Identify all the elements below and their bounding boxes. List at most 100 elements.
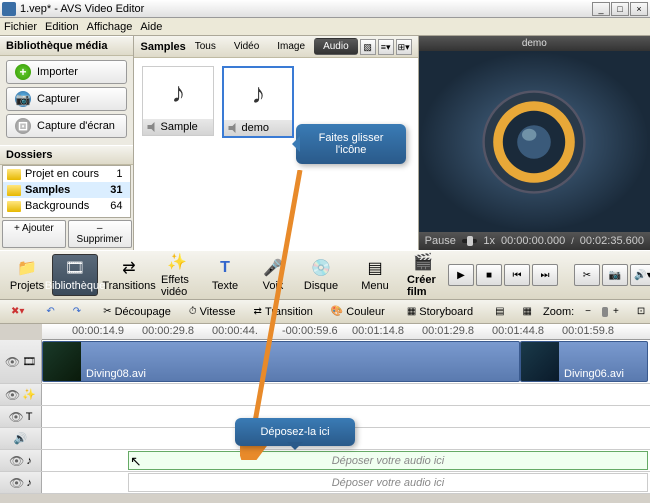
snapshot-button[interactable]: 📷 bbox=[602, 264, 628, 286]
capture-button[interactable]: 📷 Capturer bbox=[6, 87, 127, 111]
voice-button[interactable]: 🎤Voix bbox=[250, 254, 296, 296]
menu-icon: ▤ bbox=[363, 258, 387, 278]
cursor-icon: ↖ bbox=[130, 453, 142, 470]
zoom-in-button[interactable]: + bbox=[606, 303, 626, 320]
add-folder-button[interactable]: + Ajouter bbox=[2, 220, 66, 248]
sample-item[interactable]: ♪ demo bbox=[222, 66, 294, 138]
color-button[interactable]: 🎨Couleur bbox=[324, 303, 392, 321]
filter-video[interactable]: Vidéo bbox=[225, 38, 268, 55]
projects-button[interactable]: 📁Projets bbox=[4, 254, 50, 296]
camera-icon: 📷 bbox=[15, 91, 31, 107]
main-toolbar: 📁Projets 🎞Bibliothèque ⇄Transitions ✨Eff… bbox=[0, 250, 650, 300]
redo-button[interactable]: ↷ bbox=[66, 303, 88, 320]
create-movie-button[interactable]: 🎬Créer film bbox=[400, 248, 446, 302]
eye-icon[interactable]: 👁 bbox=[9, 454, 24, 468]
text-button[interactable]: TTexte bbox=[202, 254, 248, 296]
media-library-panel: Bibliothèque média + Importer 📷 Capturer… bbox=[0, 36, 133, 250]
audio-track-2[interactable]: 👁♪ Déposer votre audio ici bbox=[0, 472, 650, 494]
text-icon: T bbox=[26, 411, 33, 423]
menubar: Fichier Edition Affichage Aide bbox=[0, 18, 650, 36]
clip-thumbnail bbox=[521, 342, 559, 381]
eye-icon[interactable]: 👁 bbox=[5, 355, 20, 369]
export-icon: 🎬 bbox=[411, 252, 435, 272]
video-clip[interactable]: Diving06.avi bbox=[520, 341, 648, 382]
preview-speed: 1x bbox=[483, 235, 495, 247]
eye-icon[interactable]: 👁 bbox=[5, 388, 20, 402]
callout-drop: Déposez-la ici bbox=[235, 418, 355, 446]
filter-audio[interactable]: Audio bbox=[314, 38, 358, 55]
preview-scrubber[interactable] bbox=[462, 239, 478, 243]
preview-position: 00:00:00.000 bbox=[501, 235, 565, 247]
library-icon: 🎞 bbox=[63, 258, 87, 278]
folder-icon bbox=[7, 169, 21, 180]
film-icon: 🎞 bbox=[22, 355, 36, 368]
library-button[interactable]: 🎞Bibliothèque bbox=[52, 254, 98, 296]
media-library-header: Bibliothèque média bbox=[0, 36, 133, 56]
eye-icon[interactable]: 👁 bbox=[9, 476, 24, 490]
filter-all[interactable]: Tous bbox=[186, 38, 225, 55]
folder-row[interactable]: Projet en cours 1 bbox=[3, 166, 130, 182]
maximize-button[interactable]: □ bbox=[611, 2, 629, 16]
timeline-view-b[interactable]: ▦ bbox=[516, 303, 539, 320]
eye-icon[interactable]: 👁 bbox=[9, 410, 24, 424]
folders-list: Projet en cours 1 Samples 31 Backgrounds… bbox=[2, 165, 131, 218]
stop-button[interactable]: ■ bbox=[476, 264, 502, 286]
text-icon: T bbox=[213, 258, 237, 278]
filter-colors[interactable]: ▧ bbox=[360, 39, 376, 55]
next-button[interactable]: ⏭ bbox=[532, 264, 558, 286]
menu-view[interactable]: Affichage bbox=[87, 21, 133, 33]
transitions-button[interactable]: ⇄Transitions bbox=[106, 254, 152, 296]
fx-icon: ✨ bbox=[22, 388, 36, 401]
timeline-ruler[interactable]: 00:00:14.9 00:00:29.8 00:00:44. -00:00:5… bbox=[42, 324, 650, 340]
transitions-icon: ⇄ bbox=[117, 258, 141, 278]
app-icon bbox=[2, 2, 16, 16]
menu-button[interactable]: ▤Menu bbox=[352, 254, 398, 296]
folder-row[interactable]: Samples 31 bbox=[3, 182, 130, 198]
zoom-fit-button[interactable]: ⊡ bbox=[630, 303, 650, 320]
close-button[interactable]: × bbox=[630, 2, 648, 16]
folder-icon bbox=[7, 185, 21, 196]
disc-icon: 💿 bbox=[309, 258, 333, 278]
audio-drop-zone[interactable]: Déposer votre audio ici bbox=[128, 473, 648, 492]
delete-folder-button[interactable]: – Supprimer bbox=[68, 220, 132, 248]
effects-track[interactable]: 👁✨ bbox=[0, 384, 650, 406]
preview-area[interactable] bbox=[419, 51, 650, 232]
undo-button[interactable]: ↶ bbox=[39, 303, 61, 320]
volume-button[interactable]: 🔊▾ bbox=[630, 264, 650, 286]
transition-edit-button[interactable]: ⇄Transition bbox=[247, 303, 320, 321]
delete-clip-button[interactable]: ✖▾ bbox=[4, 303, 31, 320]
audio-icon: ♪ bbox=[26, 455, 32, 467]
effects-icon: ✨ bbox=[165, 252, 189, 272]
storyboard-button[interactable]: ▦Storyboard bbox=[400, 303, 480, 321]
prev-button[interactable]: ⏮ bbox=[504, 264, 530, 286]
sort-button[interactable]: ≡▾ bbox=[378, 39, 394, 55]
audio-drop-zone[interactable]: Déposer votre audio ici bbox=[128, 451, 648, 470]
screen-capture-button[interactable]: ⊡ Capture d'écran bbox=[6, 114, 127, 138]
audio-track-1[interactable]: 👁♪ Déposer votre audio ici ↖ bbox=[0, 450, 650, 472]
screen-icon: ⊡ bbox=[15, 118, 31, 134]
split-button[interactable]: ✂ bbox=[574, 264, 600, 286]
folder-row[interactable]: Backgrounds 64 bbox=[3, 198, 130, 214]
speed-button[interactable]: ⏱Vitesse bbox=[182, 303, 243, 321]
menu-file[interactable]: Fichier bbox=[4, 21, 37, 33]
sample-item[interactable]: ♪ Sample bbox=[142, 66, 214, 136]
zoom-out-button[interactable]: − bbox=[578, 303, 598, 320]
window-titlebar: 1.vep* - AVS Video Editor _ □ × bbox=[0, 0, 650, 18]
minimize-button[interactable]: _ bbox=[592, 2, 610, 16]
video-track[interactable]: 👁🎞 Diving08.avi Diving06.avi bbox=[0, 340, 650, 384]
import-button[interactable]: + Importer bbox=[6, 60, 127, 84]
view-button[interactable]: ⊞▾ bbox=[396, 39, 412, 55]
speaker-icon bbox=[474, 82, 594, 202]
timeline-view-a[interactable]: ▤ bbox=[488, 303, 511, 320]
effects-button[interactable]: ✨Effets vidéo bbox=[154, 248, 200, 302]
sound-icon bbox=[228, 123, 238, 133]
video-clip[interactable]: Diving08.avi bbox=[42, 341, 520, 382]
disc-button[interactable]: 💿Disque bbox=[298, 254, 344, 296]
filter-image[interactable]: Image bbox=[268, 38, 314, 55]
folder-icon bbox=[7, 201, 21, 212]
menu-edit[interactable]: Edition bbox=[45, 21, 79, 33]
play-button[interactable]: ▶ bbox=[448, 264, 474, 286]
menu-help[interactable]: Aide bbox=[140, 21, 162, 33]
audio-icon: ♪ bbox=[26, 477, 32, 489]
trim-button[interactable]: ✂Découpage bbox=[96, 303, 178, 321]
